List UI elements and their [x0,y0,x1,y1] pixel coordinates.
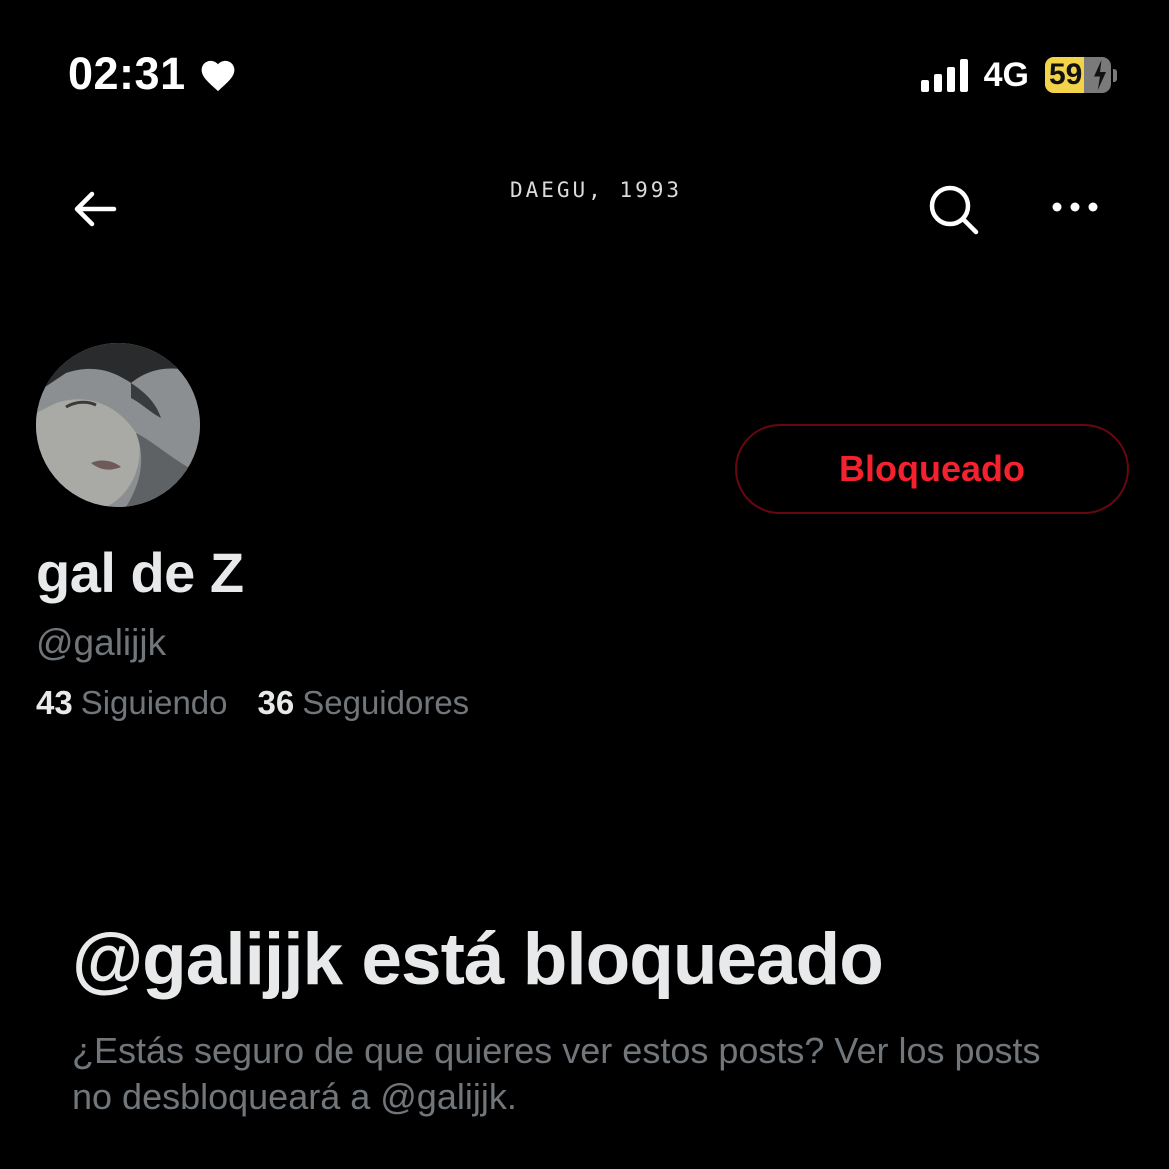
following-label: Siguiendo [80,684,228,721]
avatar[interactable] [36,343,200,507]
avatar-photo [36,343,200,507]
followers-count: 36 [257,684,295,721]
blocked-button[interactable]: Bloqueado [735,424,1129,514]
more-options-button[interactable] [1048,186,1102,228]
signal-bars-icon [920,58,968,92]
following-count: 43 [36,684,73,721]
search-button[interactable] [924,180,982,238]
heart-icon [201,60,234,92]
followers-link[interactable]: 36 Seguidores [258,684,470,722]
profile-stats: 43 Siguiendo 36 Seguidores [36,684,469,722]
more-horizontal-icon [1052,202,1098,212]
profile-display-name: gal de Z [36,541,244,604]
profile-handle: @galijjk [36,622,167,663]
battery-indicator: 59 [1045,57,1111,93]
blocked-notice-title: @galijjk está bloqueado [72,919,884,1000]
following-link[interactable]: 43 Siguiendo [36,684,228,722]
search-icon [929,185,979,235]
blocked-notice-description: ¿Estás seguro de que quieres ver estos p… [72,1030,1041,1117]
network-type: 4G [983,55,1029,94]
battery-level: 59 [1049,58,1083,91]
battery-cap [1113,68,1117,82]
status-bar-time: 02:31 [68,46,238,102]
header-title: DAEGU, 1993 [509,178,683,202]
status-time-label: 02:31 [68,48,186,99]
charging-bolt-icon [1094,60,1106,90]
status-bar-indicators: 4G 59 [920,54,1117,96]
followers-label: Seguidores [302,684,470,721]
